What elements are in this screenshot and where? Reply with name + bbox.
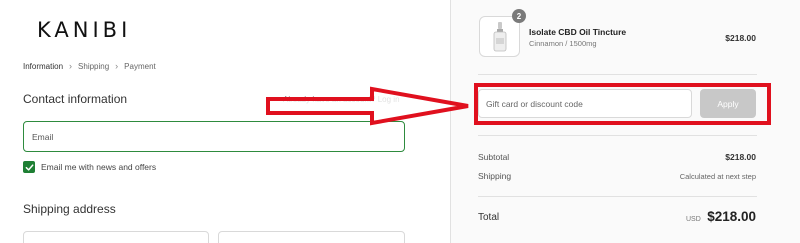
annotation-highlight-box	[474, 83, 771, 125]
total-label: Total	[478, 212, 500, 223]
newsletter-label: Email me with news and offers	[41, 162, 157, 172]
product-price: $218.00	[725, 33, 756, 43]
brand-logo[interactable]: KANIBI	[37, 18, 131, 42]
divider	[478, 135, 757, 136]
shipping-value: Calculated at next step	[679, 172, 756, 181]
breadcrumb-payment: Payment	[124, 61, 156, 71]
checkmark-icon	[25, 163, 33, 171]
newsletter-checkbox[interactable]	[23, 161, 35, 173]
email-field[interactable]	[24, 122, 404, 151]
breadcrumb-information[interactable]: Information	[23, 62, 63, 71]
last-name-field[interactable]	[218, 231, 405, 243]
quantity-badge: 2	[512, 9, 526, 23]
contact-information-heading: Contact information	[23, 92, 128, 106]
newsletter-option[interactable]: Email me with news and offers	[23, 161, 156, 173]
breadcrumb: Information › Shipping › Payment	[23, 61, 156, 71]
breadcrumb-shipping: Shipping	[78, 61, 110, 71]
divider	[478, 196, 757, 197]
shipping-address-heading: Shipping address	[23, 202, 116, 216]
shipping-label: Shipping	[478, 171, 512, 181]
subtotal-label: Subtotal	[478, 152, 510, 162]
total-currency: USD	[686, 216, 701, 223]
product-thumbnail	[479, 16, 520, 57]
first-name-field[interactable]	[23, 231, 209, 243]
tincture-bottle-icon	[493, 21, 506, 51]
divider	[478, 74, 757, 75]
total-value: $218.00	[707, 209, 756, 224]
product-name: Isolate CBD Oil Tincture	[529, 27, 627, 37]
subtotal-value: $218.00	[725, 152, 756, 162]
product-variant: Cinnamon / 1500mg	[529, 39, 597, 48]
annotation-arrow	[266, 86, 469, 126]
chevron-right-icon: ›	[69, 61, 73, 71]
chevron-right-icon: ›	[115, 61, 119, 71]
